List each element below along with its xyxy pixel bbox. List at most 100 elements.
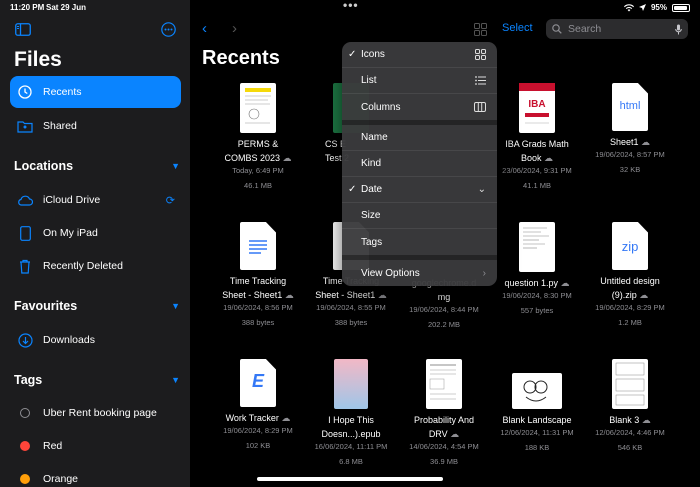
- sidebar-item-label: Recents: [43, 86, 82, 98]
- sidebar-item-on-my-ipad[interactable]: On My iPad: [10, 217, 181, 249]
- file-size: 32 KB: [619, 165, 641, 174]
- sidebar-item-shared[interactable]: Shared: [10, 110, 181, 142]
- file-name: Work Tracker ☁: [225, 413, 291, 423]
- download-icon: [15, 332, 35, 348]
- file-date: 12/06/2024, 4:46 PM: [595, 428, 665, 437]
- location-icon: [638, 4, 646, 11]
- file-size: 388 bytes: [241, 318, 275, 327]
- file-size: 546 KB: [617, 443, 643, 452]
- multitasking-dots-icon[interactable]: •••: [343, 0, 359, 12]
- tag-dot-icon: [20, 441, 30, 451]
- file-item[interactable]: E Work Tracker ☁ 19/06/2024, 8:29 PM 102…: [212, 359, 304, 450]
- menu-item-date[interactable]: ✓ Date ⌄: [342, 177, 497, 203]
- sidebar-item-tag-orange[interactable]: Orange: [10, 463, 181, 487]
- file-size: 46.1 MB: [244, 181, 272, 190]
- file-name: Untitled design (9).zip ☁: [600, 276, 660, 300]
- checkmark-icon: ✓: [348, 49, 357, 60]
- file-item[interactable]: zip Untitled design (9).zip ☁ 19/06/2024,…: [584, 222, 676, 327]
- menu-item-icons[interactable]: ✓ Icons: [342, 42, 497, 68]
- menu-item-label: Columns: [361, 101, 401, 113]
- sidebar-item-downloads[interactable]: Downloads: [10, 324, 181, 356]
- menu-item-list[interactable]: List: [342, 68, 497, 94]
- file-name: Blank Landscape: [502, 415, 572, 425]
- file-date: 19/06/2024, 8:30 PM: [502, 291, 572, 300]
- sidebar-title: Files: [14, 48, 62, 71]
- file-item[interactable]: question 1.py ☁ 19/06/2024, 8:30 PM 557 …: [491, 222, 583, 315]
- sidebar-toolbar: [15, 22, 176, 38]
- sidebar-item-tag-red[interactable]: Red: [10, 430, 181, 462]
- file-date: 14/06/2024, 4:54 PM: [409, 442, 479, 451]
- file-item[interactable]: I Hope This Doesn...).epub 16/06/2024, 11…: [305, 359, 397, 466]
- sidebar-item-tag-uber[interactable]: Uber Rent booking page: [10, 397, 181, 429]
- menu-item-tags[interactable]: Tags: [342, 229, 497, 255]
- sidebar-item-label: Uber Rent booking page: [43, 407, 157, 419]
- search-field[interactable]: Search: [546, 19, 688, 39]
- chevron-down-icon: ▼: [171, 301, 180, 311]
- file-item[interactable]: Time TrackingSheet - Sheet1 ☁ 19/06/2024…: [212, 222, 304, 327]
- clock-icon: [15, 84, 35, 100]
- shared-folder-icon: [15, 118, 35, 134]
- file-name: Sheet1 ☁: [609, 137, 651, 147]
- menu-item-columns[interactable]: Columns: [342, 94, 497, 120]
- file-thumbnail: [240, 83, 276, 133]
- forward-arrow-icon[interactable]: ›: [232, 20, 237, 37]
- cloud-icon: ☁: [544, 153, 554, 163]
- cloud-icon: ☁: [641, 137, 651, 147]
- section-tags[interactable]: Tags ▼: [14, 373, 180, 387]
- cloud-icon: ☁: [639, 290, 649, 300]
- sidebar-toggle-icon[interactable]: [15, 23, 31, 36]
- battery-icon: [672, 3, 690, 12]
- file-item[interactable]: Blank Landscape 12/06/2024, 11:31 PM 188…: [491, 359, 583, 452]
- sync-icon[interactable]: ⟳: [166, 194, 175, 207]
- file-date: 19/06/2024, 8:44 PM: [409, 305, 479, 314]
- tag-dot-icon: [20, 408, 30, 418]
- sidebar-item-icloud-drive[interactable]: iCloud Drive ⟳: [10, 184, 181, 216]
- file-item[interactable]: PERMS & COMBS 2023 ☁ Today, 6:49 PM 46.1 …: [212, 83, 304, 190]
- menu-item-label: List: [361, 75, 377, 86]
- file-name: I Hope This Doesn...).epub: [321, 415, 381, 439]
- back-arrow-icon[interactable]: ‹: [202, 20, 207, 37]
- trash-icon: [15, 258, 35, 274]
- microphone-icon[interactable]: [675, 24, 682, 35]
- list-icon: [475, 76, 486, 85]
- file-thumbnail: [519, 222, 555, 272]
- sidebar-item-label: On My iPad: [43, 227, 98, 239]
- cloud-icon: ☁: [450, 429, 460, 439]
- file-item[interactable]: html Sheet1 ☁ 19/06/2024, 8:57 PM 32 KB: [584, 83, 676, 174]
- menu-item-name[interactable]: Name: [342, 125, 497, 151]
- sidebar-item-label: Red: [43, 440, 63, 452]
- status-bar: 11:20 PM Sat 29 Jun ••• 95%: [0, 0, 700, 14]
- view-grid-icon[interactable]: [474, 23, 487, 36]
- menu-item-kind[interactable]: Kind: [342, 151, 497, 177]
- file-name: Blank 3 ☁: [609, 415, 651, 425]
- menu-item-label: Tags: [361, 236, 383, 248]
- file-thumbnail: [512, 373, 562, 409]
- home-indicator[interactable]: [257, 477, 443, 481]
- sidebar-item-label: Orange: [43, 473, 79, 485]
- file-item[interactable]: Probability And DRV ☁ 14/06/2024, 4:54 PM…: [398, 359, 490, 466]
- html-file-icon: html: [619, 100, 641, 112]
- file-date: 19/06/2024, 8:56 PM: [223, 303, 293, 312]
- status-date: Sat 29 Jun: [46, 3, 87, 12]
- cloud-icon: [15, 192, 35, 208]
- word-file-icon: E: [251, 371, 264, 391]
- select-button[interactable]: Select: [502, 22, 533, 34]
- sidebar-item-recently-deleted[interactable]: Recently Deleted: [10, 250, 181, 282]
- file-thumbnail: [426, 359, 462, 409]
- sidebar-item-recents[interactable]: Recents: [10, 76, 181, 108]
- menu-item-view-options[interactable]: View Options ›: [342, 260, 497, 286]
- file-thumbnail: IBA: [519, 83, 555, 133]
- file-item[interactable]: IBA IBA Grads Math Book ☁ 23/06/2024, 9:3…: [491, 83, 583, 190]
- section-locations[interactable]: Locations ▼: [14, 159, 180, 173]
- file-item[interactable]: Blank 3 ☁ 12/06/2024, 4:46 PM 546 KB: [584, 359, 676, 452]
- file-name: Probability And DRV ☁: [413, 415, 475, 439]
- file-size: 6.8 MB: [339, 457, 363, 466]
- sidebar: Files Recents Shared Locations ▼ iCloud …: [0, 0, 190, 487]
- search-placeholder: Search: [568, 23, 602, 35]
- menu-item-size[interactable]: Size: [342, 203, 497, 229]
- chevron-right-icon: ›: [482, 267, 486, 279]
- more-options-icon[interactable]: [161, 22, 176, 37]
- section-favourites[interactable]: Favourites ▼: [14, 299, 180, 313]
- file-date: 19/06/2024, 8:57 PM: [595, 150, 665, 159]
- file-size: 36.9 MB: [430, 457, 458, 466]
